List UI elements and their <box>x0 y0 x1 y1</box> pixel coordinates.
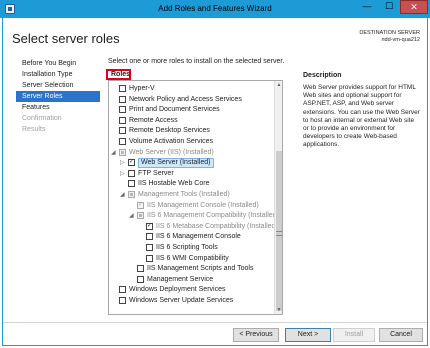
role-checkbox[interactable] <box>119 127 126 135</box>
collapse-arrow-icon[interactable]: ◢ <box>129 211 134 221</box>
role-checkbox[interactable]: ✓ <box>128 159 135 167</box>
role-checkbox[interactable]: ✓ <box>146 222 153 230</box>
maximize-button[interactable]: ☐ <box>378 0 400 14</box>
roles-scrollbar[interactable]: ▲ ▼ <box>274 81 282 314</box>
role-checkbox[interactable] <box>146 233 153 241</box>
role-checkbox[interactable] <box>146 254 153 262</box>
nav-step-confirmation: Confirmation <box>22 115 62 122</box>
role-tree-item[interactable]: IIS 6 WMI Compatibility <box>109 254 275 264</box>
role-label: Web Server (IIS) (Installed) <box>129 148 214 156</box>
role-label: Hyper-V <box>129 85 155 92</box>
role-label: Volume Activation Services <box>129 138 214 145</box>
cancel-button[interactable]: Cancel <box>379 328 423 342</box>
role-label: IIS 6 Metabase Compatibility (Installed) <box>156 222 278 230</box>
scrollbar-grip-icon <box>276 231 282 236</box>
role-label: Management Service <box>147 275 214 283</box>
collapse-arrow-icon[interactable]: ◢ <box>111 148 116 158</box>
role-checkbox[interactable] <box>137 212 144 220</box>
role-checkbox[interactable] <box>128 191 135 198</box>
role-tree-item[interactable]: Management Service <box>109 275 275 285</box>
role-tree-item[interactable]: Windows Deployment Services <box>109 285 275 295</box>
role-label: IIS Hostable Web Core <box>138 180 210 188</box>
description-text: Web Server provides support for HTML Web… <box>303 84 420 149</box>
expand-arrow-icon[interactable]: ▷ <box>120 158 125 168</box>
role-label: Remote Desktop Services <box>129 127 210 135</box>
role-tree-item[interactable]: Hyper-V <box>109 84 275 94</box>
role-label: Remote Access <box>129 116 178 124</box>
role-tree-item[interactable]: Network Policy and Access Services <box>109 95 275 105</box>
role-tree-item[interactable]: IIS Hostable Web Core <box>109 179 275 189</box>
role-label: Web Server (Installed) <box>138 158 214 169</box>
role-label: IIS 6 Scripting Tools <box>156 244 218 251</box>
description-header: Description <box>303 72 342 79</box>
roles-column-header: Roles <box>106 69 131 80</box>
role-checkbox[interactable] <box>119 138 126 145</box>
role-tree-item[interactable]: Volume Activation Services <box>109 137 275 147</box>
title-bar: Add Roles and Features Wizard — ☐ ✕ <box>0 0 430 18</box>
role-tree-item[interactable]: ✓ IIS Management Console (Installed) <box>109 201 275 211</box>
nav-step-features[interactable]: Features <box>16 102 100 113</box>
role-checkbox[interactable] <box>137 265 144 273</box>
previous-button[interactable]: < Previous <box>233 328 279 342</box>
role-label: FTP Server <box>138 169 174 177</box>
role-tree-item[interactable]: IIS Management Scripts and Tools <box>109 264 275 274</box>
role-label: IIS 6 Management Console <box>156 233 241 241</box>
role-label: Windows Server Update Services <box>129 297 234 304</box>
role-checkbox[interactable] <box>119 116 126 124</box>
role-checkbox[interactable] <box>128 169 135 177</box>
role-checkbox[interactable] <box>119 85 126 92</box>
nav-step-results: Results <box>22 126 46 133</box>
role-tree-item[interactable]: Remote Desktop Services <box>109 126 275 136</box>
role-label: IIS 6 WMI Compatibility <box>156 254 229 262</box>
role-tree-item[interactable]: ▷ FTP Server <box>109 169 275 179</box>
nav-step-server-roles[interactable]: Server Roles <box>16 91 100 102</box>
role-tree-item[interactable]: IIS 6 Scripting Tools <box>109 243 275 253</box>
collapse-arrow-icon[interactable]: ◢ <box>120 190 125 200</box>
role-tree-item[interactable]: ◢ IIS 6 Management Compatibility (Install… <box>109 211 279 221</box>
role-tree-item[interactable]: Remote Access <box>109 116 275 126</box>
destination-server-caption: DESTINATION SERVER <box>359 30 420 36</box>
role-label: IIS 6 Management Compatibility (Installe… <box>147 212 279 220</box>
expand-arrow-icon[interactable]: ▷ <box>120 169 125 179</box>
role-checkbox[interactable] <box>128 180 135 188</box>
role-checkbox[interactable]: ✓ <box>137 201 144 209</box>
role-checkbox[interactable] <box>119 95 126 103</box>
role-label: IIS Management Scripts and Tools <box>147 265 254 273</box>
role-checkbox[interactable] <box>119 297 126 304</box>
minimize-button[interactable]: — <box>356 0 378 14</box>
role-checkbox[interactable] <box>119 286 126 294</box>
role-checkbox[interactable] <box>119 106 126 114</box>
next-button[interactable]: Next > <box>285 328 331 342</box>
nav-step-before-you-begin[interactable]: Before You Begin <box>16 58 100 69</box>
role-label: Management Tools (Installed) <box>138 191 230 198</box>
role-tree-item[interactable]: ▷ ✓ Web Server (Installed) <box>109 158 275 169</box>
nav-step-server-selection[interactable]: Server Selection <box>16 80 100 91</box>
role-label: IIS Management Console (Installed) <box>147 201 259 209</box>
scroll-down-arrow-icon[interactable]: ▼ <box>275 306 282 314</box>
role-label: Windows Deployment Services <box>129 286 226 294</box>
roles-tree[interactable]: Hyper-V Network Policy and Access Service… <box>108 80 283 315</box>
scroll-up-arrow-icon[interactable]: ▲ <box>275 81 282 89</box>
role-checkbox[interactable] <box>137 275 144 283</box>
role-checkbox[interactable] <box>146 244 153 251</box>
role-tree-item[interactable]: Print and Document Services <box>109 105 275 115</box>
nav-step-installation-type[interactable]: Installation Type <box>16 69 100 80</box>
role-tree-item[interactable]: ◢ Management Tools (Installed) <box>109 190 275 200</box>
page-title: Select server roles <box>12 31 120 46</box>
role-tree-item[interactable]: IIS 6 Management Console <box>109 232 275 242</box>
destination-server-name: ndd-vm-qua212 <box>381 37 420 43</box>
close-button[interactable]: ✕ <box>400 0 428 14</box>
role-checkbox[interactable] <box>119 148 126 156</box>
role-label: Network Policy and Access Services <box>129 95 242 103</box>
footer-divider <box>3 322 427 323</box>
role-tree-item[interactable]: Windows Server Update Services <box>109 296 275 306</box>
role-tree-item[interactable]: ✓ IIS 6 Metabase Compatibility (Installed… <box>109 222 278 232</box>
role-label: Print and Document Services <box>129 106 220 114</box>
instruction-text: Select one or more roles to install on t… <box>108 58 285 65</box>
install-button: Install <box>333 328 375 342</box>
role-tree-item[interactable]: ◢ Web Server (IIS) (Installed) <box>109 148 275 158</box>
